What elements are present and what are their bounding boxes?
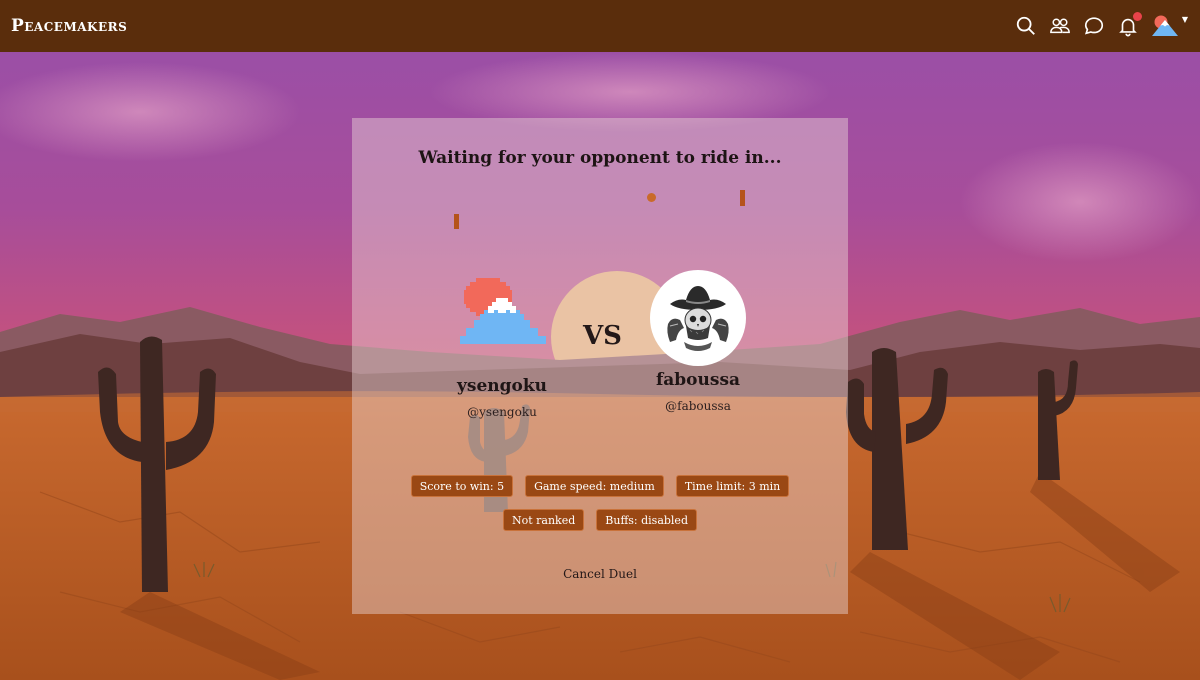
loading-indicator bbox=[740, 190, 745, 206]
top-navbar: Peacemakers ▼ bbox=[0, 0, 1200, 52]
modal-title: Waiting for your opponent to ride in... bbox=[418, 148, 782, 168]
search-icon[interactable] bbox=[1015, 15, 1037, 37]
profile-avatar bbox=[1151, 15, 1178, 36]
player-card-right: faboussa @faboussa bbox=[618, 268, 778, 413]
player-avatar bbox=[650, 270, 746, 366]
brand-logo[interactable]: Peacemakers bbox=[11, 16, 127, 36]
loading-indicator bbox=[647, 193, 656, 202]
chevron-down-icon: ▼ bbox=[1181, 14, 1188, 24]
setting-chip-score: Score to win: 5 bbox=[410, 475, 514, 497]
loading-indicator bbox=[454, 214, 459, 229]
profile-menu-button[interactable]: ▼ bbox=[1151, 14, 1188, 38]
setting-chip-ranked: Not ranked bbox=[502, 509, 585, 531]
nav-icons: ▼ bbox=[1015, 12, 1188, 38]
setting-chip-time: Time limit: 3 min bbox=[675, 475, 790, 497]
player-handle: @ysengoku bbox=[467, 405, 537, 419]
player-avatar bbox=[460, 278, 546, 344]
player-card-left: ysengoku @ysengoku bbox=[422, 272, 582, 419]
setting-chip-buffs: Buffs: disabled bbox=[596, 509, 697, 531]
versus-label: VS bbox=[583, 321, 622, 351]
player-name[interactable]: faboussa bbox=[618, 370, 778, 390]
player-name[interactable]: ysengoku bbox=[422, 376, 582, 396]
duel-waiting-modal: Waiting for your opponent to ride in... bbox=[352, 118, 848, 614]
notification-badge bbox=[1132, 12, 1142, 21]
friends-icon[interactable] bbox=[1049, 15, 1071, 37]
player-handle: @faboussa bbox=[665, 399, 731, 413]
setting-chip-speed: Game speed: medium bbox=[525, 475, 664, 497]
game-settings-chips: Score to win: 5 Game speed: medium Time … bbox=[352, 475, 848, 531]
chat-icon[interactable] bbox=[1083, 15, 1105, 37]
cancel-duel-button[interactable]: Cancel Duel bbox=[352, 567, 848, 581]
bell-icon[interactable] bbox=[1117, 12, 1142, 37]
